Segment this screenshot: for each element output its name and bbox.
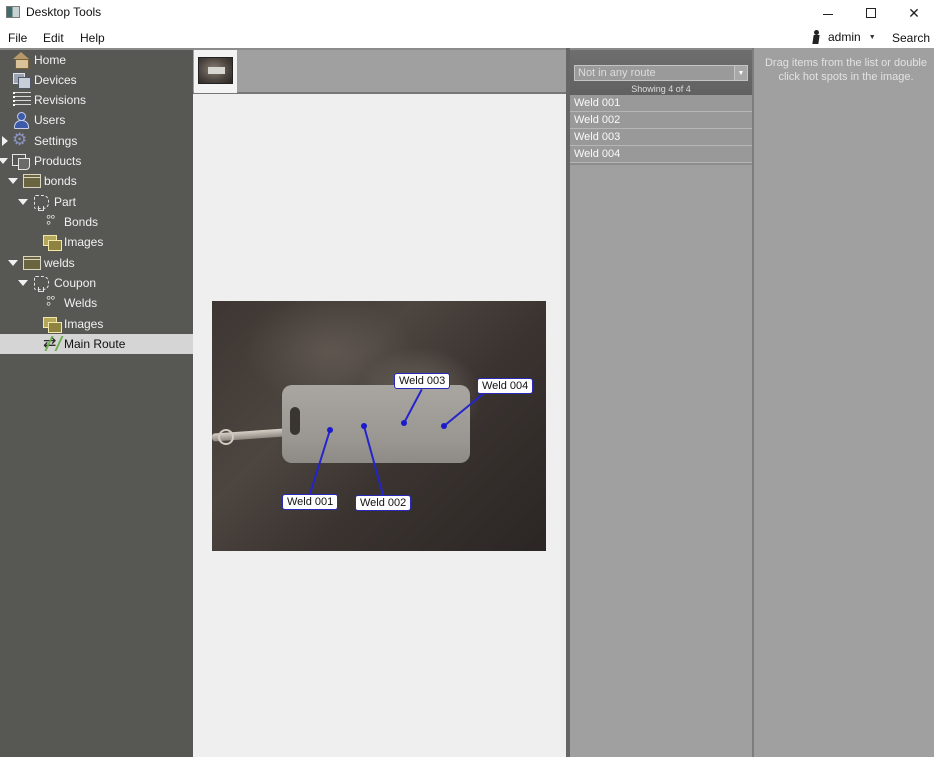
collapse-arrow-icon[interactable] <box>18 198 28 206</box>
sidebar-item-settings[interactable]: Settings <box>0 130 193 151</box>
sidebar-item-part-images[interactable]: Images <box>0 232 193 252</box>
chevron-down-icon: ▼ <box>868 33 876 41</box>
list-icon <box>13 92 31 108</box>
app-icon <box>6 6 20 18</box>
hotspots-icon <box>45 212 63 233</box>
sidebar-item-products[interactable]: Products <box>0 151 193 171</box>
weld-list: Weld 001 Weld 002 Weld 003 Weld 004 <box>570 95 752 163</box>
sidebar-item-coupon-images[interactable]: Images <box>0 314 193 334</box>
chevron-down-icon[interactable]: ▼ <box>734 66 747 80</box>
folder-icon <box>23 256 41 270</box>
sidebar-item-label: bonds <box>44 174 77 188</box>
expand-arrow-icon[interactable] <box>1 136 9 146</box>
part-icon <box>34 276 49 292</box>
menu-file[interactable]: File <box>8 31 27 45</box>
sidebar-item-label: Bonds <box>64 215 99 229</box>
sidebar-item-welds-folder[interactable]: welds <box>0 253 193 273</box>
sidebar-item-label: Welds <box>64 296 98 310</box>
menu-bar: File Edit Help admin ▼ Search <box>0 26 934 48</box>
collapse-arrow-icon[interactable] <box>0 157 8 165</box>
route-filter-value: Not in any route <box>578 67 656 79</box>
sidebar-item-label: Main Route <box>64 337 126 351</box>
products-icon <box>12 153 30 170</box>
list-item[interactable]: Weld 004 <box>570 146 752 163</box>
tag-slot <box>290 407 300 435</box>
hotspot-label[interactable]: Weld 004 <box>477 378 534 394</box>
sidebar-item-label: Home <box>34 53 67 67</box>
list-item[interactable]: Weld 001 <box>570 95 752 112</box>
images-icon <box>43 234 62 251</box>
sidebar-item-devices[interactable]: Devices <box>0 70 193 90</box>
sidebar-item-label: Part <box>54 195 77 209</box>
sidebar-item-label: Revisions <box>34 93 87 107</box>
hotspot-label[interactable]: Weld 002 <box>355 495 412 511</box>
hotspot-label[interactable]: Weld 001 <box>282 494 339 510</box>
hotspots-icon <box>45 293 63 314</box>
maximize-button[interactable] <box>849 0 893 26</box>
list-item[interactable]: Weld 002 <box>570 112 752 129</box>
sidebar-item-part[interactable]: Part <box>0 192 193 212</box>
collapse-arrow-icon[interactable] <box>8 259 18 267</box>
search-button[interactable]: Search <box>892 31 930 45</box>
user-name: admin <box>828 30 861 44</box>
home-icon <box>12 52 30 69</box>
sidebar-item-label: Users <box>34 113 66 127</box>
part-photo[interactable]: Weld 001 Weld 002 Weld 003 Weld 004 <box>212 301 546 551</box>
showing-count: Showing 4 of 4 <box>631 84 691 94</box>
sidebar-item-label: Coupon <box>54 276 97 290</box>
sidebar-item-label: Images <box>64 317 104 331</box>
sidebar-item-welds[interactable]: Welds <box>0 293 193 314</box>
hotspot-marker[interactable] <box>327 427 333 433</box>
user-icon <box>12 112 30 129</box>
sidebar-item-revisions[interactable]: Revisions <box>0 90 193 110</box>
image-thumbnail[interactable] <box>194 50 237 93</box>
close-button[interactable]: ✕ <box>892 0 934 26</box>
part-icon <box>34 195 49 211</box>
sidebar-item-label: Settings <box>34 134 78 148</box>
maximize-icon <box>866 8 876 18</box>
route-filter-dropdown[interactable]: Not in any route ▼ <box>574 65 748 81</box>
keyring-loop <box>218 429 234 445</box>
sidebar-item-home[interactable]: Home <box>0 50 193 70</box>
menu-help[interactable]: Help <box>80 31 105 45</box>
user-menu[interactable]: admin ▼ <box>812 30 876 44</box>
sidebar-item-main-route[interactable]: Main Route <box>0 333 193 354</box>
gear-icon <box>12 130 30 150</box>
sidebar-item-users[interactable]: Users <box>0 110 193 130</box>
hotspot-list-panel: Not in any route ▼ Showing 4 of 4 Weld 0… <box>570 48 752 757</box>
sidebar-item-bonds[interactable]: Bonds <box>0 212 193 233</box>
list-item[interactable]: Weld 003 <box>570 129 752 146</box>
collapse-arrow-icon[interactable] <box>18 279 28 287</box>
title-bar: Desktop Tools ✕ <box>0 0 934 26</box>
hotspot-marker[interactable] <box>401 420 407 426</box>
devices-icon <box>12 72 31 89</box>
hotspot-label[interactable]: Weld 003 <box>394 373 451 389</box>
navigation-tree: Home Devices Revisions Users Settings Pr… <box>0 48 193 757</box>
sidebar-item-label: welds <box>44 256 75 270</box>
minimize-icon <box>823 13 833 15</box>
route-drop-panel[interactable]: Drag items from the list or double click… <box>754 48 934 757</box>
image-viewer: Weld 001 Weld 002 Weld 003 Weld 004 <box>193 94 566 757</box>
list-header: Not in any route ▼ Showing 4 of 4 <box>570 48 752 95</box>
route-icon <box>43 333 61 353</box>
folder-icon <box>23 174 41 188</box>
sidebar-item-label: Products <box>34 154 82 168</box>
hotspot-marker[interactable] <box>361 423 367 429</box>
close-icon: ✕ <box>908 4 920 21</box>
sidebar-item-label: Devices <box>34 73 77 87</box>
user-icon <box>812 30 822 44</box>
minimize-button[interactable] <box>806 0 850 26</box>
thumbnail-image <box>198 57 233 84</box>
sidebar-item-label: Images <box>64 235 104 249</box>
menu-edit[interactable]: Edit <box>43 31 64 45</box>
sidebar-item-bonds-folder[interactable]: bonds <box>0 171 193 191</box>
images-icon <box>43 316 62 333</box>
collapse-arrow-icon[interactable] <box>8 177 18 185</box>
window-title: Desktop Tools <box>26 5 102 19</box>
route-hint-text: Drag items from the list or double click… <box>764 57 927 83</box>
list-divider <box>570 163 752 165</box>
sidebar-item-coupon[interactable]: Coupon <box>0 273 193 293</box>
hotspot-marker[interactable] <box>441 423 447 429</box>
image-thumbnail-strip <box>193 48 566 94</box>
